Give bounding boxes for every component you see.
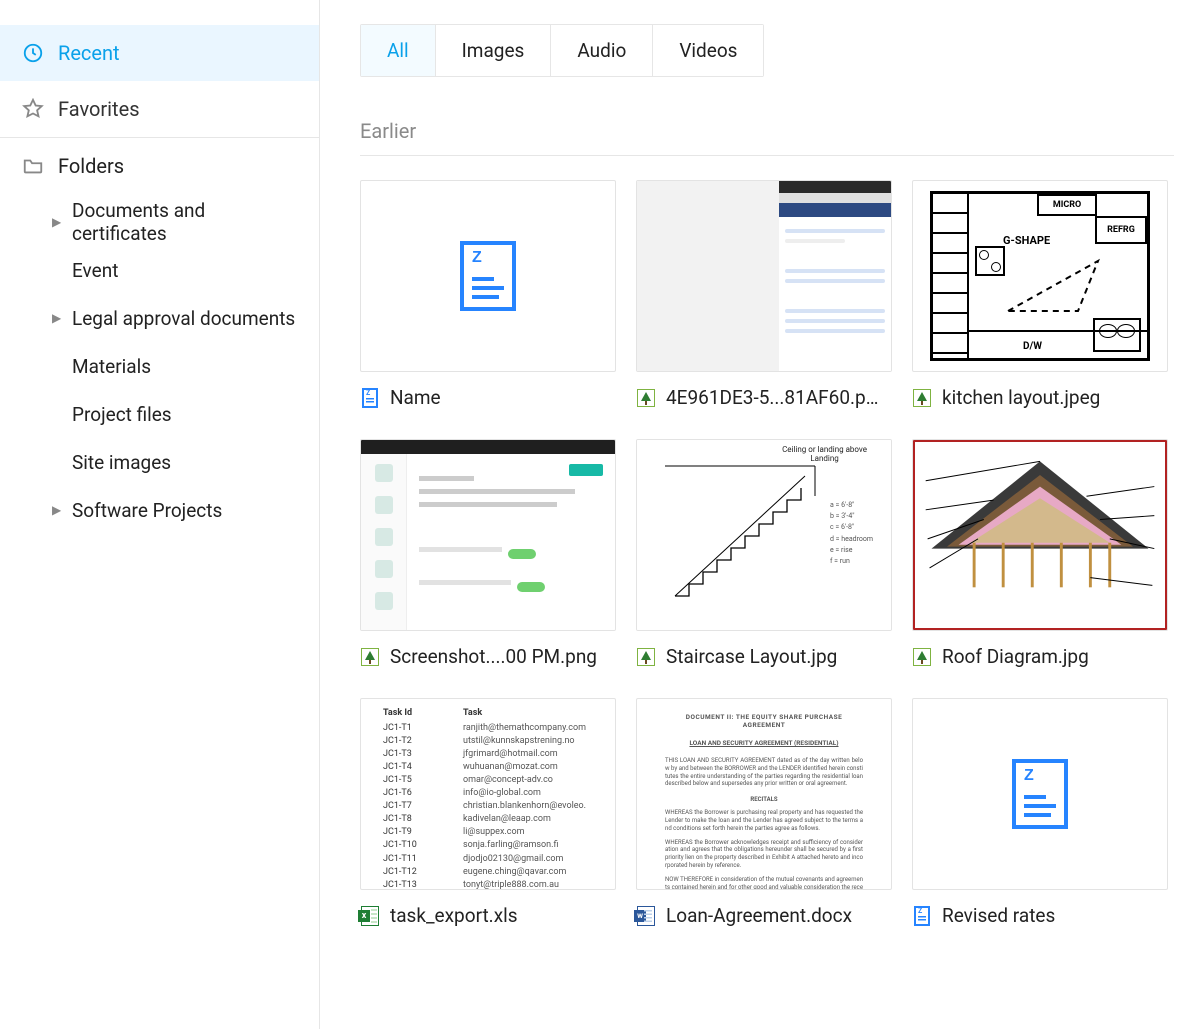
kitchen-refrg-label: REFRG [1095, 216, 1147, 244]
tab-audio[interactable]: Audio [551, 25, 653, 76]
folder-item[interactable]: ▶ Project files [0, 390, 319, 438]
file-card[interactable]: Task IdTaskJC1-T1ranjith@themathcompany.… [360, 698, 616, 927]
kitchen-gshape-label: G-SHAPE [1003, 234, 1050, 247]
folder-label: Documents and certificates [72, 199, 297, 245]
image-icon [360, 647, 380, 667]
image-icon [912, 647, 932, 667]
zdoc-icon [912, 906, 932, 926]
file-name: Revised rates [942, 904, 1055, 927]
chevron-right-icon: ▶ [52, 311, 62, 325]
sidebar-recent-label: Recent [58, 41, 120, 65]
file-name: Name [390, 386, 441, 409]
file-thumbnail: Task IdTaskJC1-T1ranjith@themathcompany.… [360, 698, 616, 890]
section-label: Earlier [360, 119, 1174, 156]
folder-label: Software Projects [72, 499, 222, 522]
file-name: Roof Diagram.jpg [942, 645, 1089, 668]
image-icon [636, 388, 656, 408]
file-name: task_export.xls [390, 904, 518, 927]
main-content: All Images Audio Videos Earlier Name [320, 0, 1204, 1029]
sidebar-folders-header[interactable]: Folders [0, 138, 319, 194]
file-grid: Name 4E961DE3-5...81AF60.png [360, 180, 1174, 927]
file-thumbnail [636, 180, 892, 372]
folder-item[interactable]: ▶ Event [0, 246, 319, 294]
file-thumbnail: DOCUMENT II: THE EQUITY SHARE PURCHASE A… [636, 698, 892, 890]
file-card[interactable]: Screenshot....00 PM.png [360, 439, 616, 668]
file-thumbnail [912, 698, 1168, 890]
file-thumbnail: Ceiling or landing aboveLanding a = 6'-8… [636, 439, 892, 631]
file-card[interactable]: Revised rates [912, 698, 1168, 927]
folder-item[interactable]: ▶ Documents and certificates [0, 198, 319, 246]
docx-h1: DOCUMENT II: THE EQUITY SHARE PURCHASE A… [665, 713, 863, 729]
document-icon [1012, 759, 1068, 829]
file-thumbnail: MICRO REFRG G-SHAPE D/W [912, 180, 1168, 372]
star-icon [22, 98, 44, 120]
docx-icon [636, 906, 656, 926]
file-card[interactable]: MICRO REFRG G-SHAPE D/W kitchen layout.j… [912, 180, 1168, 409]
chevron-right-icon: ▶ [52, 503, 62, 517]
tab-videos[interactable]: Videos [653, 25, 763, 76]
zdoc-icon [360, 388, 380, 408]
document-icon [460, 241, 516, 311]
file-thumbnail [360, 439, 616, 631]
folder-item[interactable]: ▶ Software Projects [0, 486, 319, 534]
kitchen-dw-label: D/W [1023, 341, 1042, 352]
folder-label: Event [72, 259, 118, 282]
folder-tree: ▶ Documents and certificates ▶ Event ▶ L… [0, 194, 319, 546]
sidebar-recent[interactable]: Recent [0, 25, 319, 81]
file-thumbnail [912, 439, 1168, 631]
docx-h2: LOAN AND SECURITY AGREEMENT (RESIDENTIAL… [665, 739, 863, 747]
folder-label: Site images [72, 451, 171, 474]
sidebar-favorites[interactable]: Favorites [0, 81, 319, 137]
sidebar-folders-label: Folders [58, 154, 124, 178]
file-name: Screenshot....00 PM.png [390, 645, 597, 668]
file-card[interactable]: 4E961DE3-5...81AF60.png [636, 180, 892, 409]
clock-icon [22, 42, 44, 64]
folder-icon [22, 155, 44, 177]
sidebar: Recent Favorites Folders ▶ Documents and… [0, 0, 320, 1029]
file-name: Staircase Layout.jpg [666, 645, 837, 668]
image-icon [912, 388, 932, 408]
kitchen-micro-label: MICRO [1037, 194, 1097, 216]
tab-all[interactable]: All [361, 25, 436, 76]
file-card[interactable]: DOCUMENT II: THE EQUITY SHARE PURCHASE A… [636, 698, 892, 927]
file-name: 4E961DE3-5...81AF60.png [666, 386, 886, 409]
xls-icon [360, 906, 380, 926]
file-card[interactable]: Roof Diagram.jpg [912, 439, 1168, 668]
file-name: kitchen layout.jpeg [942, 386, 1100, 409]
tab-images[interactable]: Images [436, 25, 552, 76]
stair-title1: Ceiling or landing above [782, 445, 867, 454]
chevron-right-icon: ▶ [52, 215, 62, 229]
file-card[interactable]: Ceiling or landing aboveLanding a = 6'-8… [636, 439, 892, 668]
file-name: Loan-Agreement.docx [666, 904, 852, 927]
folder-item[interactable]: ▶ Legal approval documents [0, 294, 319, 342]
folder-label: Legal approval documents [72, 307, 295, 330]
folder-label: Project files [72, 403, 172, 426]
filter-tabs: All Images Audio Videos [360, 24, 764, 77]
folder-item[interactable]: ▶ Site images [0, 438, 319, 486]
file-card[interactable]: Name [360, 180, 616, 409]
file-thumbnail [360, 180, 616, 372]
folder-item[interactable]: ▶ Materials [0, 342, 319, 390]
folder-label: Materials [72, 355, 151, 378]
image-icon [636, 647, 656, 667]
sidebar-favorites-label: Favorites [58, 97, 140, 121]
